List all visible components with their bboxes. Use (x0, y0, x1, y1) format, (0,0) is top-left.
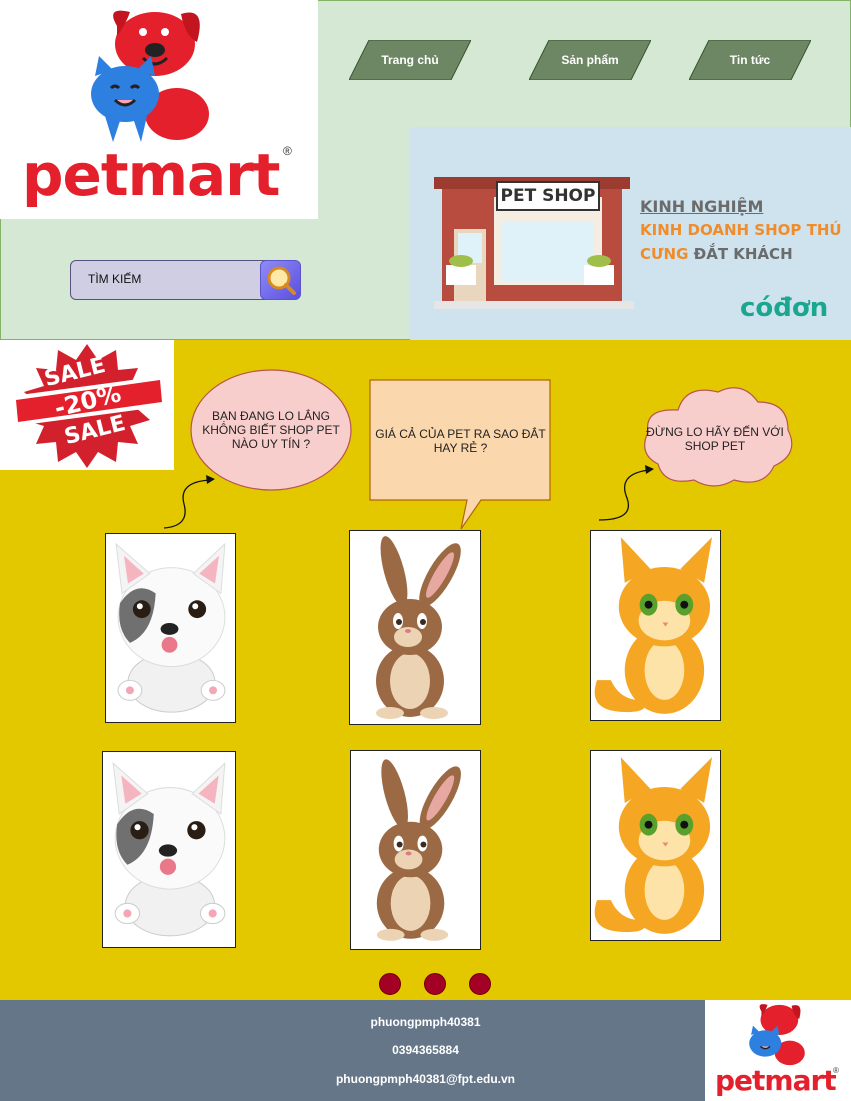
footer-registered-mark: ® (833, 1066, 839, 1075)
banner-line1: KINH NGHIỆM (640, 197, 764, 216)
brand-logo[interactable]: petmart ® (0, 0, 318, 219)
shop-sign-text: PET SHOP (500, 186, 596, 206)
product-card-cat[interactable] (590, 530, 721, 721)
curved-arrow-right-icon (598, 465, 654, 521)
banner-line2: KINH DOANH SHOP THÚ (640, 221, 842, 239)
product-card-cat[interactable] (590, 750, 721, 941)
product-card-rabbit[interactable] (350, 750, 481, 950)
brand-name-mart: mart (127, 141, 281, 209)
nav-products[interactable]: Sản phẩm (529, 40, 651, 80)
registered-mark: ® (283, 144, 292, 158)
pagination-dot-1[interactable] (379, 973, 401, 995)
search-label: TÌM KIẾM (88, 272, 142, 286)
search-button[interactable] (260, 260, 301, 300)
dog-cat-mascot-icon (91, 10, 209, 142)
banner-line3-b: ĐẮT KHÁCH (693, 245, 793, 263)
banner-line3: CƯNG ĐẮT KHÁCH (640, 245, 793, 263)
footer-brand-wordmark: petmart (715, 1064, 837, 1098)
kitten-icon (594, 537, 713, 714)
footer-brand-name-pet: pet (715, 1064, 765, 1097)
pagination-dot-3[interactable] (469, 973, 491, 995)
product-card-rabbit[interactable] (349, 530, 481, 725)
nav-products-label: Sản phẩm (561, 53, 619, 67)
product-card-dog[interactable] (102, 751, 236, 948)
puppy-icon (115, 542, 226, 713)
nav-news[interactable]: Tin tức (689, 40, 811, 80)
cloud-bubble-text: ĐỪNG LO HÃY ĐẾN VỚI SHOP PET (646, 425, 784, 453)
brand-wordmark: petmart (22, 140, 280, 210)
magnifier-icon (267, 266, 296, 295)
kitten-icon (594, 757, 713, 934)
price-bubble-text: GIÁ CẢ CỦA PET RA SAO ĐẮT HAY RẺ ? (375, 427, 546, 455)
promo-banner: PET SHOP KINH NGHIỆM KINH DOANH SHOP THÚ… (410, 127, 851, 340)
worry-bubble-text: BẠN ĐANG LO LẮNG KHÔNG BIẾT SHOP PET NÀO… (202, 409, 340, 451)
price-bubble-shape (369, 379, 551, 530)
puppy-icon (112, 761, 226, 937)
pagination-dot-2[interactable] (424, 973, 446, 995)
bunny-icon (376, 759, 461, 941)
banner-brand: cóđơn (740, 293, 829, 323)
nav-news-label: Tin tức (729, 53, 771, 67)
footer-brand-name-mart: mart (764, 1064, 836, 1097)
nav-home[interactable]: Trang chủ (349, 40, 471, 80)
banner-line3-a: CƯNG (640, 245, 689, 263)
sale-badge: SALE -20% SALE (0, 340, 174, 470)
dog-cat-mascot-icon (749, 1004, 805, 1066)
curved-arrow-left-icon (163, 475, 215, 529)
product-card-dog[interactable] (105, 533, 236, 723)
nav-home-label: Trang chủ (381, 53, 439, 67)
footer-brand-logo[interactable]: petmart ® (705, 1000, 851, 1101)
brand-name-pet: pet (22, 141, 129, 209)
bunny-icon (376, 536, 461, 719)
shop-sign: PET SHOP (496, 181, 600, 211)
